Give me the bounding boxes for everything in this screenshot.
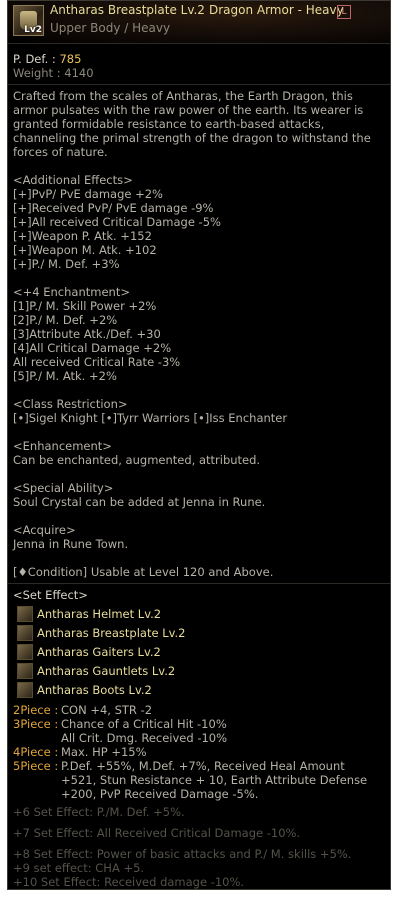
gaiters-icon [17, 643, 33, 660]
piece-bonus-2: 2Piece : CON +4, STR -2 [13, 703, 153, 717]
effect-line: [+]PvP/ PvE damage +2% [13, 187, 163, 201]
enchant-line: [5]P./ M. Atk. +2% [13, 369, 117, 383]
tag-l-icon: L [337, 5, 351, 19]
set-item[interactable]: Antharas Gaiters Lv.2 [13, 642, 385, 661]
weight-label: Weight : [13, 66, 65, 80]
enchant-line: [2]P./ M. Def. +2% [13, 313, 118, 327]
boots-icon [17, 681, 33, 698]
enchant-line: [1]P./ M. Skill Power +2% [13, 299, 157, 313]
item-description: Crafted from the scales of Antharas, the… [13, 89, 371, 159]
item-grade: Dragon Armor - Heavy [208, 3, 344, 17]
helmet-icon [17, 605, 33, 622]
enchant-set-effect: +7 Set Effect: All Received Critical Dam… [13, 826, 301, 840]
tooltip-header: Lv2 Antharas Breastplate Lv.2 Dragon Armo… [8, 1, 390, 44]
item-name: Antharas Breastplate Lv.2 [50, 3, 205, 17]
enchant-set-effect: +10 Set Effect: Received damage -10%. [13, 875, 245, 889]
acquire-title: <Acquire> [13, 523, 76, 537]
effect-line: [+]Weapon P. Atk. +152 [13, 229, 152, 243]
class-restriction-title: <Class Restriction> [13, 397, 128, 411]
pdef-label: P. Def. : [13, 52, 60, 66]
special-ability-title: <Special Ability> [13, 481, 114, 495]
enhancement-title: <Enhancement> [13, 439, 112, 453]
set-effect-title: <Set Effect> [13, 588, 88, 602]
special-ability-text: Soul Crystal can be added at Jenna in Ru… [13, 495, 266, 509]
effect-line: [+]All received Critical Damage -5% [13, 215, 221, 229]
enchant-set-effect: +6 Set Effect: P./M. Def. +5%. [13, 805, 185, 819]
weight-value: 4140 [64, 66, 94, 80]
class-restriction-text: [•]Sigel Knight [•]Tyrr Warriors [•]Iss … [13, 411, 288, 425]
set-item[interactable]: Antharas Boots Lv.2 [13, 680, 385, 699]
breastplate-icon: Lv2 [13, 5, 44, 36]
enhancement-text: Can be enchanted, augmented, attributed. [13, 453, 261, 467]
item-slot: Upper Body / Heavy [50, 21, 171, 35]
details-section: Crafted from the scales of Antharas, the… [8, 85, 390, 584]
enchant-line: All received Critical Rate -3% [13, 355, 181, 369]
piece-bonus-5: 5Piece : P.Def. +55%, M.Def. +7%, Receive… [13, 759, 368, 801]
acquire-text: Jenna in Rune Town. [13, 537, 129, 551]
set-item[interactable]: Antharas Breastplate Lv.2 [13, 623, 385, 642]
enchant-set-effect: +8 Set Effect: Power of basic attacks an… [13, 847, 352, 861]
effect-line: [+]P./ M. Def. +3% [13, 257, 120, 271]
breastplate-icon [17, 624, 33, 641]
pdef-value: 785 [59, 52, 82, 66]
piece-bonus-3: 3Piece : Chance of a Critical Hit -10% All… [13, 717, 228, 745]
set-effect-section: <Set Effect> Antharas Helmet Lv.2 Anthar… [8, 584, 390, 889]
set-item[interactable]: Antharas Gauntlets Lv.2 [13, 661, 385, 680]
stats-section: P. Def. : 785 Weight : 4140 [8, 44, 390, 85]
enchant-line: [4]All Critical Damage +2% [13, 341, 172, 355]
additional-effects-title: <Additional Effects> [13, 173, 133, 187]
effect-line: [+]Received PvP/ PvE damage -9% [13, 201, 214, 215]
gauntlets-icon [17, 662, 33, 679]
enchantment-title: <+4 Enchantment> [13, 285, 130, 299]
enchant-set-effect: +9 set effect: CHA +5. [13, 861, 145, 875]
enchant-line: [3]Attribute Atk./Def. +30 [13, 327, 161, 341]
effect-line: [+]Weapon M. Atk. +102 [13, 243, 157, 257]
set-item[interactable]: Antharas Helmet Lv.2 [13, 604, 385, 623]
level-condition: [♦Condition] Usable at Level 120 and Abo… [13, 565, 274, 579]
piece-bonus-4: 4Piece : Max. HP +15% [13, 745, 147, 759]
item-title: Antharas Breastplate Lv.2 Dragon Armor - … [50, 3, 344, 17]
item-tooltip: Lv2 Antharas Breastplate Lv.2 Dragon Armo… [7, 0, 391, 890]
